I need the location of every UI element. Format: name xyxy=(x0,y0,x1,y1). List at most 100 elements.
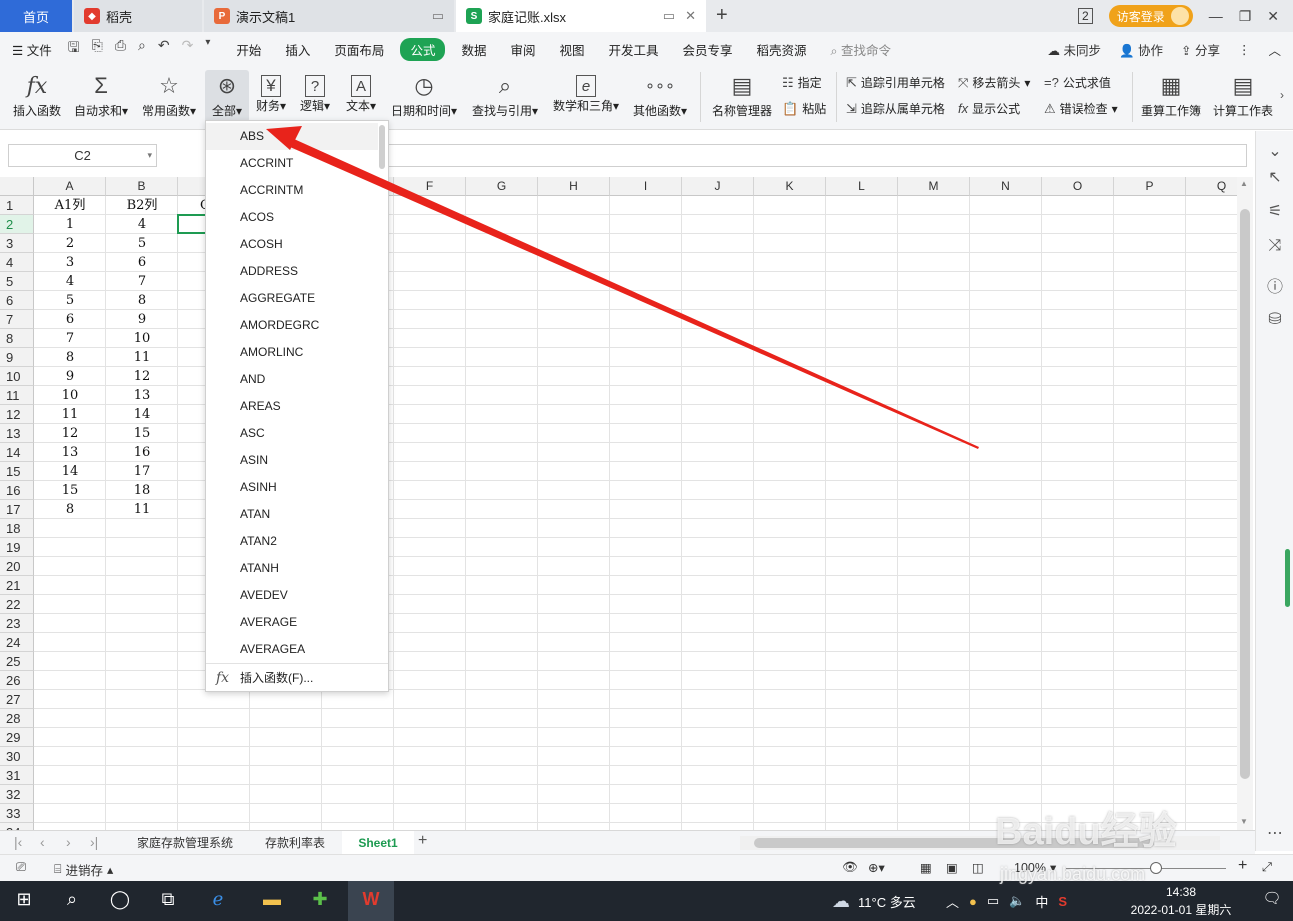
menu-insert[interactable]: 插入 xyxy=(273,40,322,59)
row-header[interactable]: 34 xyxy=(0,823,34,830)
cell[interactable]: 10 xyxy=(34,386,106,405)
scroll-up-icon[interactable]: ▲ xyxy=(1240,179,1248,188)
function-item[interactable]: AND xyxy=(206,366,378,393)
cell[interactable]: 11 xyxy=(34,405,106,424)
trace-precedents-button[interactable]: ⇱ 追踪引用单元格 xyxy=(846,74,945,91)
row-header[interactable]: 1 xyxy=(0,196,34,215)
function-item[interactable]: AGGREGATE xyxy=(206,285,378,312)
function-item[interactable]: AREAS xyxy=(206,393,378,420)
first-sheet-icon[interactable]: |‹ xyxy=(14,834,22,850)
column-header[interactable]: L xyxy=(826,177,898,196)
cell[interactable]: 12 xyxy=(106,367,178,386)
backup-icon[interactable]: ⛁ xyxy=(1264,309,1286,329)
volume-icon[interactable]: 🔈 xyxy=(1009,893,1025,909)
protect-icon[interactable]: ⊕▾ xyxy=(868,860,885,875)
fullscreen-icon[interactable]: ⤢ xyxy=(1262,860,1272,875)
spreadsheet-grid[interactable]: ABCDEFGHIJKLMNOPQ 1234567891011121314151… xyxy=(0,177,1237,830)
search-icon[interactable]: ⌕ xyxy=(58,889,86,910)
row-header[interactable]: 10 xyxy=(0,367,34,386)
ime-indicator[interactable]: 中 xyxy=(1035,892,1048,911)
cell[interactable]: 13 xyxy=(106,386,178,405)
help-icon[interactable]: ⓘ xyxy=(1264,273,1286,297)
row-header[interactable]: 30 xyxy=(0,747,34,766)
eye-icon[interactable]: 👁 xyxy=(842,860,858,875)
cell[interactable]: 4 xyxy=(34,272,106,291)
row-header[interactable]: 33 xyxy=(0,804,34,823)
calc-sheet-button[interactable]: ▤ 计算工作表 xyxy=(1210,70,1276,119)
column-header[interactable]: O xyxy=(1042,177,1114,196)
cell[interactable]: 10 xyxy=(106,329,178,348)
row-header[interactable]: 5 xyxy=(0,272,34,291)
file-menu[interactable]: ☰ 文件 xyxy=(0,40,64,59)
cell[interactable]: 17 xyxy=(106,462,178,481)
cell[interactable]: 8 xyxy=(106,291,178,310)
sliders-icon[interactable]: ⚟ xyxy=(1264,201,1286,221)
tray-app-icon[interactable]: ● xyxy=(969,894,977,909)
sheet-tab-sheet1[interactable]: Sheet1 xyxy=(342,831,414,855)
row-header[interactable]: 16 xyxy=(0,481,34,500)
function-item[interactable]: ASIN xyxy=(206,447,378,474)
row-header[interactable]: 18 xyxy=(0,519,34,538)
row-header[interactable]: 25 xyxy=(0,652,34,671)
normal-view-icon[interactable]: ▦ xyxy=(920,860,932,875)
guest-login-button[interactable]: 访客登录 xyxy=(1108,5,1193,27)
function-item[interactable]: ACCRINT xyxy=(206,150,378,177)
cell[interactable]: 7 xyxy=(34,329,106,348)
more-icon[interactable]: ⋮ xyxy=(1238,42,1251,57)
restore-icon[interactable]: ❐ xyxy=(1239,8,1252,25)
export-icon[interactable]: ⎘ xyxy=(92,37,103,61)
row-header[interactable]: 32 xyxy=(0,785,34,804)
name-manager-button[interactable]: ▤ 名称管理器 xyxy=(708,70,776,119)
function-item[interactable]: ADDRESS xyxy=(206,258,378,285)
ie-browser-icon[interactable]: ℯ xyxy=(204,889,232,910)
cell[interactable]: 1 xyxy=(34,215,106,234)
row-header[interactable]: 22 xyxy=(0,595,34,614)
row-header[interactable]: 27 xyxy=(0,690,34,709)
trace-dependents-button[interactable]: ⇲ 追踪从属单元格 xyxy=(846,100,945,117)
row-header[interactable]: 6 xyxy=(0,291,34,310)
cortana-icon[interactable]: ◯ xyxy=(106,889,134,910)
collab-button[interactable]: 👤 协作 xyxy=(1119,40,1163,59)
task-view-icon[interactable]: ⧉ xyxy=(154,889,182,910)
cell[interactable]: 8 xyxy=(34,348,106,367)
expand-icon[interactable]: ⌄ xyxy=(1264,141,1286,161)
preview-icon[interactable]: ⌕ xyxy=(138,37,146,61)
row-header[interactable]: 12 xyxy=(0,405,34,424)
menu-review[interactable]: 审阅 xyxy=(498,40,547,59)
cell[interactable]: 9 xyxy=(34,367,106,386)
row-header[interactable]: 21 xyxy=(0,576,34,595)
vertical-scroll-thumb[interactable] xyxy=(1240,209,1250,779)
row-header[interactable]: 14 xyxy=(0,443,34,462)
column-header[interactable]: K xyxy=(754,177,826,196)
transform-icon[interactable]: ⤨ xyxy=(1264,237,1286,255)
row-header[interactable]: 13 xyxy=(0,424,34,443)
menu-start[interactable]: 开始 xyxy=(224,40,273,59)
tab-docer[interactable]: ◆ 稻壳 xyxy=(74,0,202,32)
print-icon[interactable]: ⎙ xyxy=(115,37,126,61)
insert-function-button[interactable]: fx 插入函数 xyxy=(10,70,64,119)
row-header[interactable]: 3 xyxy=(0,234,34,253)
collapse-ribbon-icon[interactable]: ︿ xyxy=(1268,40,1281,59)
next-sheet-icon[interactable]: › xyxy=(66,834,71,850)
cell[interactable]: 14 xyxy=(106,405,178,424)
undo-icon[interactable]: ↶ xyxy=(158,37,170,61)
add-sheet-icon[interactable]: + xyxy=(418,832,427,850)
tab-home[interactable]: 首页 xyxy=(0,0,72,32)
row-header[interactable]: 28 xyxy=(0,709,34,728)
file-explorer-icon[interactable]: ▬ xyxy=(258,889,286,910)
menu-developer[interactable]: 开发工具 xyxy=(597,40,671,59)
row-header[interactable]: 23 xyxy=(0,614,34,633)
recalc-workbook-button[interactable]: ▦ 重算工作簿 xyxy=(1138,70,1204,119)
autosum-button[interactable]: Σ 自动求和▾ xyxy=(70,70,132,119)
dropdown-scroll-thumb[interactable] xyxy=(379,125,385,169)
function-item[interactable]: ASC xyxy=(206,420,378,447)
minimize-icon[interactable]: — xyxy=(1209,8,1223,24)
function-item[interactable]: AVERAGE xyxy=(206,609,378,636)
column-header[interactable]: P xyxy=(1114,177,1186,196)
screen-icon[interactable]: ⎚ xyxy=(16,860,26,875)
function-item[interactable]: ATANH xyxy=(206,555,378,582)
wps-icon[interactable]: W xyxy=(357,889,385,910)
insert-function-menu-item[interactable]: fx 插入函数(F)... xyxy=(206,663,388,691)
cell[interactable]: 3 xyxy=(34,253,106,272)
column-header[interactable]: B xyxy=(106,177,178,196)
